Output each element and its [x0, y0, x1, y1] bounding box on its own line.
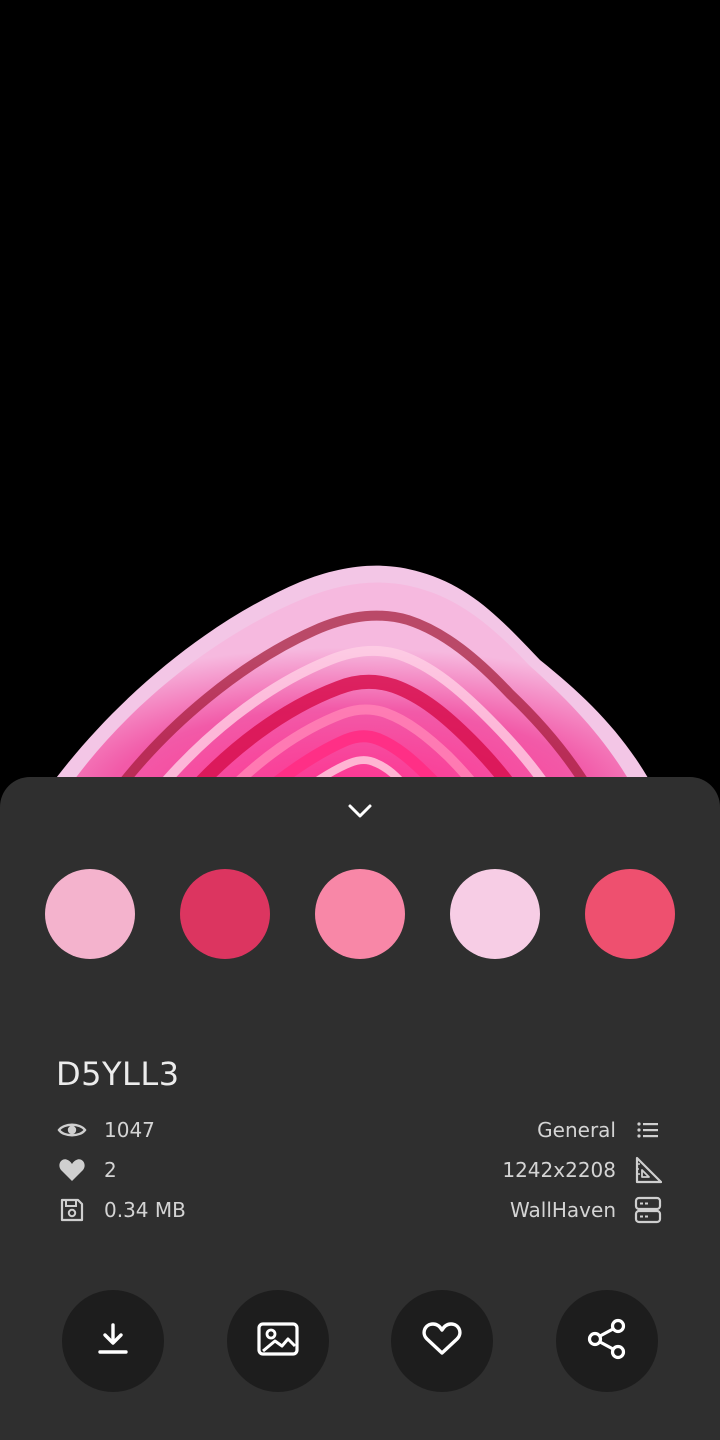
heart-outline-icon: [422, 1322, 462, 1360]
wallpaper-id-title: D5YLL3: [56, 1055, 180, 1093]
resolution-stat: 1242x2208: [502, 1155, 664, 1185]
views-count: 1047: [104, 1118, 155, 1142]
agate-wallpaper-image: [56, 565, 648, 777]
color-palette: [45, 869, 675, 959]
set-wallpaper-button[interactable]: [226, 1290, 329, 1392]
wallpaper-detail-screen: D5YLL3 1047 2 0.34 MB General 1242x2208 …: [0, 0, 720, 1440]
file-size-stat: 0.34 MB: [56, 1195, 186, 1225]
source-stat: WallHaven: [510, 1195, 664, 1225]
action-bar: [62, 1290, 658, 1392]
list-icon: [632, 1115, 664, 1145]
favorite-button[interactable]: [391, 1290, 494, 1392]
source-value: WallHaven: [510, 1198, 616, 1222]
set-square-ruler-icon: [632, 1155, 664, 1185]
collapse-sheet-button[interactable]: [335, 795, 385, 831]
palette-swatch[interactable]: [450, 869, 540, 959]
favorites-count: 2: [104, 1158, 117, 1182]
wallpaper-info-sheet: D5YLL3 1047 2 0.34 MB General 1242x2208 …: [0, 777, 720, 1440]
palette-swatch[interactable]: [315, 869, 405, 959]
resolution-value: 1242x2208: [502, 1158, 616, 1182]
chevron-down-icon: [346, 801, 374, 825]
image-icon: [257, 1322, 299, 1360]
share-icon: [586, 1318, 628, 1364]
palette-swatch[interactable]: [45, 869, 135, 959]
palette-swatch[interactable]: [585, 869, 675, 959]
category-value: General: [537, 1118, 616, 1142]
heart-icon: [56, 1155, 88, 1185]
share-button[interactable]: [555, 1290, 658, 1392]
download-button[interactable]: [62, 1290, 164, 1392]
wallpaper-preview[interactable]: [0, 0, 720, 800]
save-disk-icon: [56, 1195, 88, 1225]
views-stat: 1047: [56, 1115, 155, 1145]
download-icon: [97, 1322, 129, 1360]
server-icon: [632, 1195, 664, 1225]
file-size-value: 0.34 MB: [104, 1198, 186, 1222]
category-stat: General: [537, 1115, 664, 1145]
favorites-stat: 2: [56, 1155, 117, 1185]
eye-icon: [56, 1115, 88, 1145]
palette-swatch[interactable]: [180, 869, 270, 959]
